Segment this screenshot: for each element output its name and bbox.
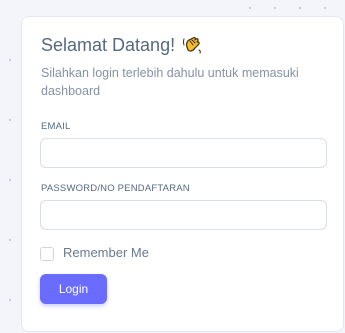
password-label: PASSWORD/NO PENDAFTARAN — [41, 183, 190, 194]
email-label: EMAIL — [41, 121, 71, 132]
password-field[interactable] — [40, 200, 327, 230]
welcome-heading: Selamat Datang! — [41, 34, 176, 55]
remember-me-checkbox[interactable] — [40, 247, 54, 261]
login-instructions: Silahkan login terlebih dahulu untuk mem… — [41, 66, 299, 98]
remember-me-label[interactable]: Remember Me — [63, 245, 149, 260]
login-card: Selamat Datang! Silahkan login terlebih … — [21, 16, 344, 332]
login-button[interactable]: Login — [40, 274, 107, 304]
page-title: Selamat Datang! — [41, 34, 203, 56]
waving-hand-icon — [181, 34, 203, 56]
email-field[interactable] — [40, 138, 327, 168]
